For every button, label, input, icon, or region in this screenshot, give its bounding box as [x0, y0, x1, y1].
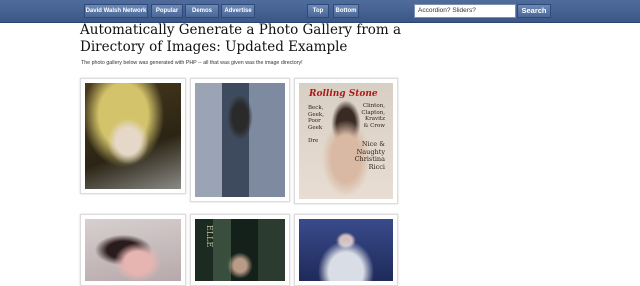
cover-text-right: Clinton, Clapton, Kravitz & Crow — [361, 103, 385, 129]
gallery-photo — [85, 83, 181, 189]
gallery-thumbnail[interactable] — [294, 214, 398, 286]
gallery-thumbnail[interactable] — [80, 214, 186, 286]
nav-button-top[interactable]: Top — [307, 4, 329, 18]
gallery-thumbnail[interactable]: ELLE — [190, 214, 290, 286]
gallery-photo — [195, 83, 285, 197]
top-navigation-bar: David Walsh Network Popular Demos Advert… — [0, 0, 640, 23]
nav-button-demos[interactable]: Demos — [185, 4, 219, 18]
nav-button-advertise[interactable]: Advertise — [221, 4, 255, 18]
nav-button-bottom[interactable]: Bottom — [333, 4, 359, 18]
nav-button-popular[interactable]: Popular — [151, 4, 183, 18]
intro-text: The photo gallery below was generated wi… — [81, 60, 303, 66]
search-input[interactable]: Accordion? Sliders? — [414, 4, 516, 18]
cover-text-left: Beck, Geek, Poor Geek Dre — [308, 105, 324, 144]
photo-text: ELLE — [205, 225, 214, 248]
gallery-photo — [85, 219, 181, 281]
nav-button-david-walsh-network[interactable]: David Walsh Network — [84, 4, 148, 18]
search-button[interactable]: Search — [517, 4, 551, 18]
gallery-photo: ELLE — [195, 219, 285, 281]
gallery-thumbnail[interactable]: Rolling Stone Beck, Geek, Poor Geek Dre … — [294, 78, 398, 204]
gallery-thumbnail[interactable] — [80, 78, 186, 194]
magazine-cover-photo: Rolling Stone Beck, Geek, Poor Geek Dre … — [299, 83, 393, 199]
cover-headline: Nice & Naughty Christina Ricci — [354, 140, 385, 171]
gallery-photo — [299, 219, 393, 281]
magazine-logo: Rolling Stone — [309, 89, 378, 99]
gallery-thumbnail[interactable] — [190, 78, 290, 202]
page-title: Automatically Generate a Photo Gallery f… — [80, 22, 402, 55]
